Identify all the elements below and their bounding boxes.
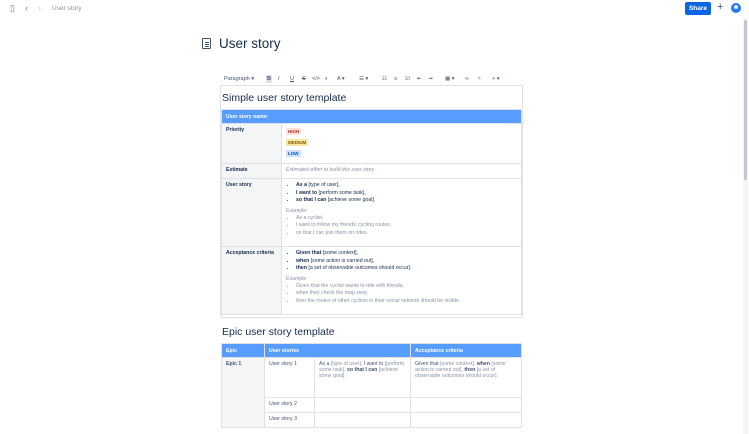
- list-item: Given that the cyclist wants to ride wit…: [296, 283, 517, 291]
- example-label: Example:: [286, 275, 308, 282]
- list-item: when [some action is carried out],: [296, 258, 517, 266]
- user-story-cell[interactable]: As a [type of user], I want to [perform …: [280, 178, 523, 247]
- forward-arrow-icon[interactable]: ›: [38, 4, 41, 13]
- list-item: then [a set of observable outcomes shoul…: [296, 265, 517, 273]
- status-badge-low[interactable]: LOW: [286, 150, 301, 157]
- indent-icon[interactable]: ⇥: [428, 75, 433, 83]
- insert-plus-icon[interactable]: + ▾: [492, 75, 500, 83]
- numbered-list-icon[interactable]: ≡: [394, 75, 397, 83]
- italic-icon[interactable]: I: [278, 75, 280, 83]
- section-heading-simple: Simple user story template: [222, 92, 347, 104]
- simple-template-table: User story name: Priority HIGH MEDIUM LO…: [220, 109, 523, 315]
- empty-cell[interactable]: [410, 412, 522, 428]
- list-item: when they check the map view,: [296, 290, 517, 298]
- list-item: then the routes of other cyclists in the…: [296, 298, 517, 306]
- story-cell[interactable]: User story 1: [264, 357, 315, 398]
- list-item: As a cyclist,: [296, 215, 517, 223]
- story-desc-cell[interactable]: As a [type of user], I want to [perform …: [314, 357, 411, 398]
- story-cell[interactable]: User story 3: [264, 412, 315, 428]
- checkbox-icon[interactable]: ☑: [405, 75, 410, 83]
- code-icon[interactable]: </>: [312, 75, 320, 83]
- row-header-priority[interactable]: Priority: [221, 123, 282, 164]
- empty-cell[interactable]: [314, 397, 411, 413]
- share-button[interactable]: Share: [685, 2, 711, 15]
- back-arrow-icon[interactable]: ‹: [25, 4, 28, 13]
- acceptance-desc-cell[interactable]: Given that [some context], when [some ac…: [410, 357, 522, 398]
- document-icon: [202, 38, 211, 49]
- list-item: I want to follow my friends' cycling rou…: [296, 222, 517, 230]
- underline-icon[interactable]: U: [290, 75, 294, 83]
- align-icon[interactable]: ☰ ▾: [359, 75, 368, 83]
- section-heading-epic: Epic user story template: [222, 326, 335, 338]
- clear-format-icon[interactable]: ◐: [325, 75, 328, 83]
- page-icon-small[interactable]: ▯: [10, 4, 15, 13]
- row-header-estimate[interactable]: Estimate: [221, 163, 282, 179]
- table-icon[interactable]: ▦ ▾: [445, 75, 455, 83]
- paragraph-select[interactable]: Paragraph ▾: [224, 75, 254, 83]
- story-cell[interactable]: User story 2: [264, 397, 315, 413]
- avatar[interactable]: [731, 3, 741, 13]
- editor-toolbar: Paragraph ▾ B I U S </> ◐ A ▾ ☰ ▾ ☷ ≡ ☑ …: [220, 72, 523, 86]
- empty-cell[interactable]: [410, 397, 522, 413]
- epic-cell[interactable]: Epic 1: [221, 357, 265, 428]
- estimate-cell[interactable]: Estimated effort to build this user stor…: [280, 163, 523, 179]
- col-header-acceptance[interactable]: Acceptance criteria: [410, 343, 522, 358]
- acceptance-list: Given that [some context], when [some ac…: [286, 250, 517, 273]
- breadcrumb[interactable]: User story: [52, 5, 82, 12]
- col-header-stories[interactable]: User stories: [264, 343, 411, 358]
- acceptance-cell[interactable]: Given that [some context], when [some ac…: [280, 246, 523, 315]
- row-header-user-story[interactable]: User story: [221, 178, 282, 247]
- bold-icon[interactable]: B: [266, 75, 272, 83]
- acceptance-example-list: Given that the cyclist wants to ride wit…: [286, 283, 517, 306]
- scrollbar-thumb[interactable]: [744, 20, 747, 180]
- list-item: Given that [some context],: [296, 250, 517, 258]
- empty-cell[interactable]: [314, 412, 411, 428]
- bullet-list-icon[interactable]: ☷: [382, 75, 387, 83]
- list-item: I want to [perform some task],: [296, 190, 517, 198]
- link-icon[interactable]: ∞: [465, 75, 469, 83]
- page-title: User story: [219, 36, 281, 51]
- plus-icon[interactable]: +: [717, 2, 723, 13]
- status-badge-high[interactable]: HIGH: [286, 128, 302, 135]
- strikethrough-icon[interactable]: S: [302, 75, 306, 83]
- priority-cell[interactable]: HIGH MEDIUM LOW: [280, 123, 523, 164]
- list-item: As a [type of user],: [296, 182, 517, 190]
- epic-template-table: Epic User stories Acceptance criteria Ep…: [221, 343, 522, 428]
- list-item: so that I can [achieve some goal].: [296, 197, 517, 205]
- row-header-acceptance[interactable]: Acceptance criteria: [221, 246, 282, 315]
- magic-icon[interactable]: ✧: [477, 75, 482, 83]
- user-story-list: As a [type of user], I want to [perform …: [286, 182, 517, 205]
- text-color-icon[interactable]: A ▾: [337, 75, 345, 83]
- top-bar: ▯ ‹ › User story Share +: [0, 0, 749, 18]
- outdent-icon[interactable]: ⇤: [417, 75, 422, 83]
- table-header-story-name[interactable]: User story name:: [220, 109, 523, 124]
- status-badge-medium[interactable]: MEDIUM: [286, 139, 309, 146]
- list-item: so that I can join them on rides.: [296, 230, 517, 238]
- col-header-epic[interactable]: Epic: [221, 343, 265, 358]
- example-label: Example:: [286, 207, 308, 214]
- example-list: As a cyclist, I want to follow my friend…: [286, 215, 517, 238]
